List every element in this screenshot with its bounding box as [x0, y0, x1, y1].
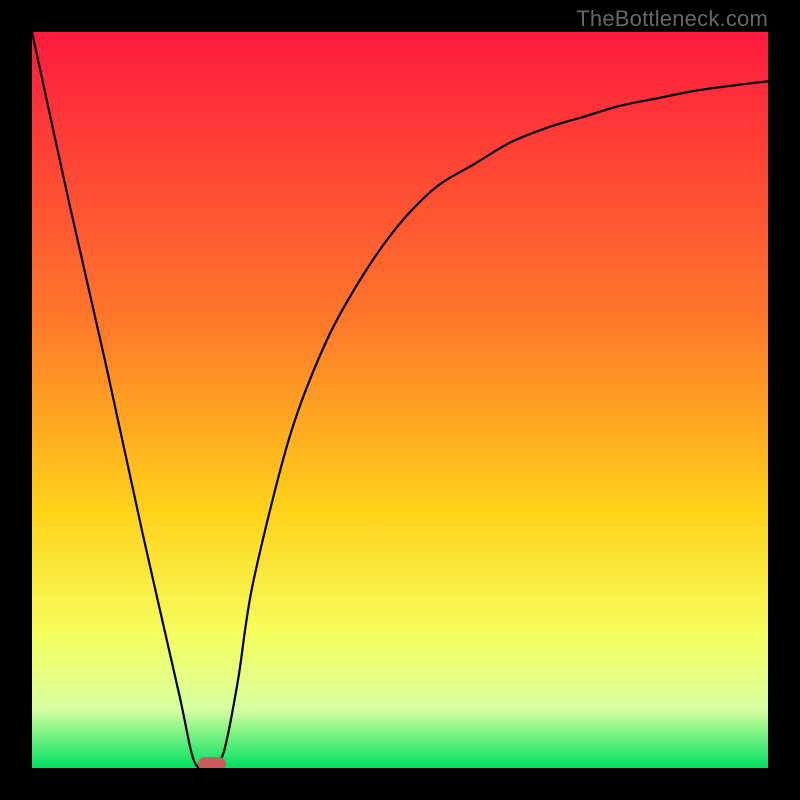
- curve-line: [32, 32, 768, 768]
- watermark-text: TheBottleneck.com: [576, 6, 768, 32]
- minimum-marker: [198, 757, 226, 768]
- plot-area: [32, 32, 768, 768]
- curve-layer: [32, 32, 768, 768]
- chart-frame: TheBottleneck.com: [0, 0, 800, 800]
